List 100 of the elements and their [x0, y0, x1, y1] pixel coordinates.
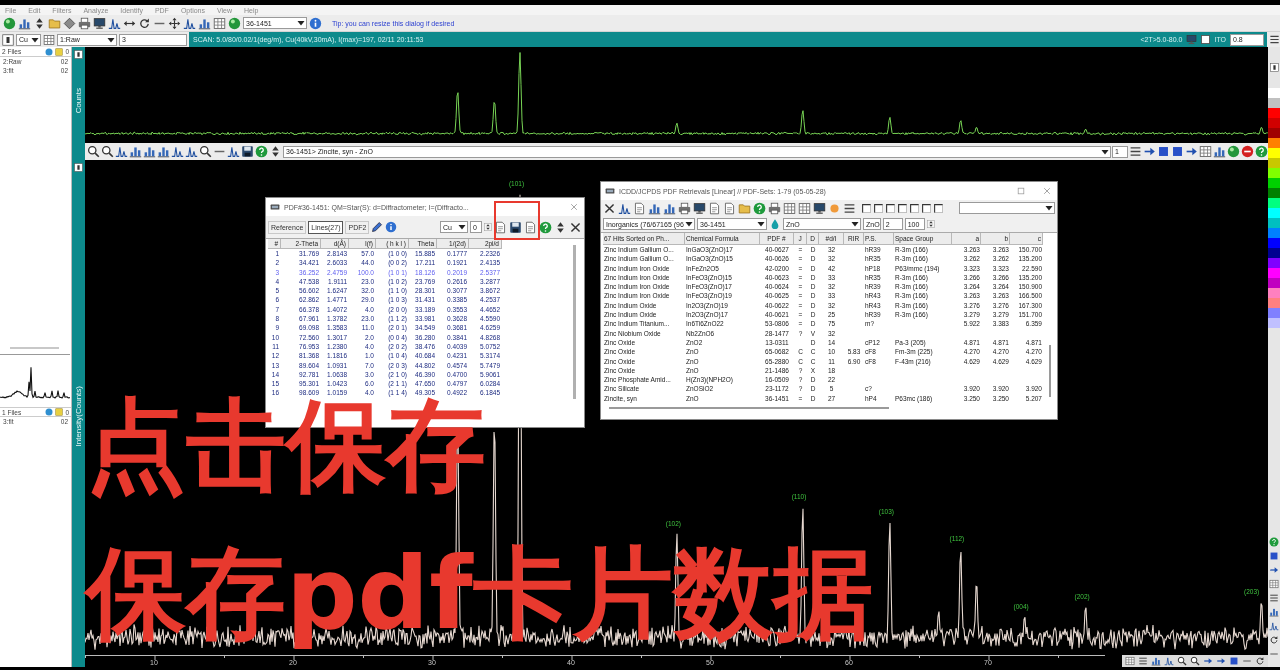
close-icon[interactable] — [569, 220, 582, 234]
square-icon[interactable] — [1157, 145, 1170, 158]
search-icon[interactable] — [1190, 656, 1200, 666]
printer-icon[interactable] — [678, 201, 691, 215]
square-icon[interactable] — [1229, 656, 1239, 666]
arrow-icon[interactable] — [1185, 145, 1198, 158]
monitor-icon[interactable] — [93, 16, 106, 30]
list-icon[interactable] — [1269, 593, 1279, 603]
document-icon[interactable] — [494, 220, 507, 234]
bar-chart-icon[interactable] — [1269, 607, 1279, 617]
document-icon[interactable] — [708, 201, 721, 215]
checkbox[interactable] — [922, 203, 931, 213]
color-swatch-icon[interactable] — [1268, 138, 1280, 148]
spinner-arrows-icon[interactable] — [484, 221, 492, 233]
peak-chart-icon[interactable] — [618, 201, 631, 215]
toggle-icon[interactable] — [74, 50, 83, 59]
checkbox[interactable] — [910, 203, 919, 213]
color-swatch-icon[interactable] — [1268, 198, 1280, 208]
toggle-icon[interactable] — [2, 33, 14, 46]
color-swatch-icon[interactable] — [1268, 308, 1280, 318]
color-swatch-icon[interactable] — [1268, 228, 1280, 238]
peak-chart-icon[interactable] — [183, 16, 196, 30]
drop-icon[interactable] — [769, 218, 781, 230]
diamond-icon[interactable] — [63, 16, 76, 30]
peak-chart-icon[interactable] — [108, 16, 121, 30]
document-icon[interactable] — [633, 201, 646, 215]
peak-chart-icon[interactable] — [1269, 621, 1279, 631]
info-icon[interactable] — [309, 16, 322, 30]
color-swatch-icon[interactable] — [1268, 98, 1280, 108]
info-icon[interactable] — [385, 221, 398, 233]
globe-icon[interactable] — [1227, 145, 1240, 158]
monitor-icon[interactable] — [813, 201, 826, 215]
document-icon[interactable] — [723, 201, 736, 215]
bar-chart-icon[interactable] — [129, 145, 142, 158]
bar-chart-icon[interactable] — [1151, 656, 1161, 666]
color-swatch-icon[interactable] — [1268, 178, 1280, 188]
color-swatch-icon[interactable] — [1268, 238, 1280, 248]
folder-icon[interactable] — [738, 201, 751, 215]
refresh-icon[interactable] — [1255, 656, 1265, 666]
checkbox[interactable] — [898, 203, 907, 213]
checkbox[interactable] — [874, 203, 883, 213]
list-icon[interactable] — [1269, 34, 1280, 45]
color-swatch-icon[interactable] — [1268, 118, 1280, 128]
arrow-icon[interactable] — [1143, 145, 1156, 158]
color-swatch-icon[interactable] — [1268, 298, 1280, 308]
toggle-icon[interactable] — [74, 163, 83, 173]
grid-icon[interactable] — [783, 201, 796, 215]
scrollbar[interactable] — [1049, 345, 1051, 397]
bar-chart-icon[interactable] — [1213, 145, 1226, 158]
color-swatch-icon[interactable] — [1268, 268, 1280, 278]
search-icon[interactable] — [1177, 656, 1187, 666]
square-icon[interactable] — [1171, 145, 1184, 158]
help-icon[interactable] — [1255, 145, 1268, 158]
dot-icon[interactable] — [45, 408, 54, 416]
document-icon[interactable] — [524, 220, 537, 234]
checkbox[interactable] — [862, 203, 871, 213]
checkbox[interactable] — [934, 203, 943, 213]
checkbox[interactable] — [886, 203, 895, 213]
peak-chart-icon[interactable] — [185, 145, 198, 158]
printer-icon[interactable] — [78, 16, 91, 30]
list-icon[interactable] — [843, 201, 856, 215]
arrow-icon[interactable] — [1269, 565, 1279, 575]
printer-icon[interactable] — [768, 201, 781, 215]
search-icon[interactable] — [199, 145, 212, 158]
toggle-icon[interactable] — [1269, 63, 1279, 72]
pencil-icon[interactable] — [371, 221, 384, 233]
monitor-icon[interactable] — [693, 201, 706, 215]
bar-chart-icon[interactable] — [18, 16, 31, 30]
stop-icon[interactable] — [1241, 145, 1254, 158]
scrollbar[interactable] — [10, 347, 59, 349]
search-icon[interactable] — [87, 145, 100, 158]
dropdown[interactable] — [959, 202, 1055, 214]
color-swatch-icon[interactable] — [1268, 88, 1280, 98]
refresh-icon[interactable] — [1269, 635, 1279, 645]
peak-chart-icon[interactable] — [171, 145, 184, 158]
help-icon[interactable] — [539, 220, 552, 234]
grid-icon[interactable] — [213, 16, 226, 30]
scrollbar[interactable] — [573, 245, 576, 399]
checkbox[interactable] — [1201, 35, 1211, 44]
color-swatch-icon[interactable] — [1268, 288, 1280, 298]
scrollbar[interactable] — [609, 407, 889, 410]
help-icon[interactable] — [1269, 537, 1279, 547]
bar-chart-icon[interactable] — [198, 16, 211, 30]
grid-icon[interactable] — [1269, 579, 1279, 589]
globe-icon[interactable] — [228, 16, 241, 30]
help-icon[interactable] — [753, 201, 766, 215]
bar-chart-icon[interactable] — [157, 145, 170, 158]
peak-chart-icon[interactable] — [1164, 656, 1174, 666]
close-icon[interactable] — [603, 201, 616, 215]
refresh-icon[interactable] — [138, 16, 151, 30]
grid-icon[interactable] — [798, 201, 811, 215]
peak-chart-icon[interactable] — [115, 145, 128, 158]
color-swatch-icon[interactable] — [1268, 168, 1280, 178]
color-swatch-icon[interactable] — [1268, 318, 1280, 328]
color-swatch-icon[interactable] — [1268, 278, 1280, 288]
color-swatch-icon[interactable] — [1268, 218, 1280, 228]
list-icon[interactable] — [1129, 145, 1142, 158]
color-swatch-icon[interactable] — [1268, 258, 1280, 268]
grid-icon[interactable] — [1125, 656, 1135, 666]
color-swatch-icon[interactable] — [1268, 188, 1280, 198]
